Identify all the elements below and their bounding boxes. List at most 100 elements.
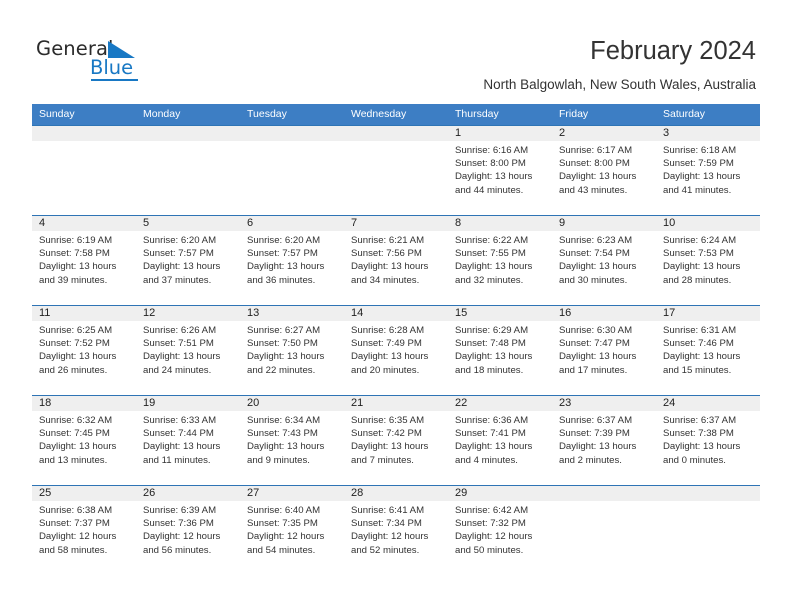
- sunrise-text: Sunrise: 6:37 AM: [559, 415, 633, 426]
- week-detail-band: Sunrise: 6:25 AM Sunset: 7:52 PM Dayligh…: [32, 321, 760, 395]
- day-cell[interactable]: Sunrise: 6:32 AM Sunset: 7:45 PM Dayligh…: [32, 411, 136, 485]
- day-cell[interactable]: Sunrise: 6:33 AM Sunset: 7:44 PM Dayligh…: [136, 411, 240, 485]
- day-cell[interactable]: Sunrise: 6:25 AM Sunset: 7:52 PM Dayligh…: [32, 321, 136, 395]
- day-cell[interactable]: [32, 141, 136, 215]
- day-cell[interactable]: [552, 501, 656, 575]
- day-number: 22: [455, 397, 468, 409]
- weekday-header-monday: Monday: [143, 108, 181, 120]
- sunset-text: Sunset: 7:41 PM: [455, 428, 526, 440]
- daylight-text-line2: and 26 minutes.: [39, 364, 108, 376]
- calendar-week-row: 11 12 13 14 15 16 17 Sunrise: 6:25 AM Su…: [32, 305, 760, 395]
- day-cell[interactable]: Sunrise: 6:37 AM Sunset: 7:39 PM Dayligh…: [552, 411, 656, 485]
- day-cell[interactable]: Sunrise: 6:29 AM Sunset: 7:48 PM Dayligh…: [448, 321, 552, 395]
- week-day-number-band: 1 2 3: [32, 126, 760, 141]
- sunrise-text: Sunrise: 6:31 AM: [663, 325, 737, 336]
- sunset-text: Sunset: 7:51 PM: [143, 338, 214, 350]
- daylight-text-line2: and 22 minutes.: [247, 364, 316, 376]
- sunset-text: Sunset: 7:43 PM: [247, 428, 318, 440]
- day-cell[interactable]: Sunrise: 6:16 AM Sunset: 8:00 PM Dayligh…: [448, 141, 552, 215]
- sunrise-text: Sunrise: 6:23 AM: [559, 235, 633, 246]
- sunset-text: Sunset: 7:48 PM: [455, 338, 526, 350]
- daylight-text-line2: and 0 minutes.: [663, 454, 726, 466]
- day-cell[interactable]: [136, 141, 240, 215]
- calendar-week-row: 25 26 27 28 29 Sunrise: 6:38 AM Sunset: …: [32, 485, 760, 575]
- day-number: 10: [663, 217, 676, 229]
- page-title: February 2024: [590, 37, 756, 65]
- day-number: [240, 126, 344, 141]
- sunrise-text: Sunrise: 6:18 AM: [663, 145, 737, 156]
- week-detail-band: Sunrise: 6:38 AM Sunset: 7:37 PM Dayligh…: [32, 501, 760, 575]
- day-cell[interactable]: Sunrise: 6:20 AM Sunset: 7:57 PM Dayligh…: [136, 231, 240, 305]
- day-cell[interactable]: Sunrise: 6:20 AM Sunset: 7:57 PM Dayligh…: [240, 231, 344, 305]
- day-cell[interactable]: Sunrise: 6:31 AM Sunset: 7:46 PM Dayligh…: [656, 321, 760, 395]
- day-cell[interactable]: Sunrise: 6:34 AM Sunset: 7:43 PM Dayligh…: [240, 411, 344, 485]
- daylight-text-line1: Daylight: 13 hours: [559, 351, 637, 363]
- day-cell[interactable]: [344, 141, 448, 215]
- daylight-text-line2: and 15 minutes.: [663, 364, 732, 376]
- day-cell[interactable]: Sunrise: 6:36 AM Sunset: 7:41 PM Dayligh…: [448, 411, 552, 485]
- day-cell[interactable]: Sunrise: 6:24 AM Sunset: 7:53 PM Dayligh…: [656, 231, 760, 305]
- day-cell[interactable]: [240, 141, 344, 215]
- daylight-text-line1: Daylight: 12 hours: [39, 531, 117, 543]
- daylight-text-line1: Daylight: 13 hours: [455, 171, 533, 183]
- logo-word-blue: Blue: [90, 56, 134, 79]
- daylight-text-line2: and 50 minutes.: [455, 544, 524, 556]
- day-cell[interactable]: Sunrise: 6:38 AM Sunset: 7:37 PM Dayligh…: [32, 501, 136, 575]
- day-cell[interactable]: Sunrise: 6:40 AM Sunset: 7:35 PM Dayligh…: [240, 501, 344, 575]
- day-number: 9: [559, 217, 566, 229]
- day-cell[interactable]: Sunrise: 6:26 AM Sunset: 7:51 PM Dayligh…: [136, 321, 240, 395]
- day-number: [136, 126, 240, 141]
- day-cell[interactable]: Sunrise: 6:37 AM Sunset: 7:38 PM Dayligh…: [656, 411, 760, 485]
- daylight-text-line1: Daylight: 13 hours: [143, 351, 221, 363]
- daylight-text-line1: Daylight: 13 hours: [247, 351, 325, 363]
- day-cell[interactable]: Sunrise: 6:22 AM Sunset: 7:55 PM Dayligh…: [448, 231, 552, 305]
- sunset-text: Sunset: 7:56 PM: [351, 248, 422, 260]
- sunset-text: Sunset: 7:55 PM: [455, 248, 526, 260]
- day-cell[interactable]: Sunrise: 6:39 AM Sunset: 7:36 PM Dayligh…: [136, 501, 240, 575]
- day-cell[interactable]: Sunrise: 6:21 AM Sunset: 7:56 PM Dayligh…: [344, 231, 448, 305]
- daylight-text-line2: and 28 minutes.: [663, 274, 732, 286]
- sunset-text: Sunset: 7:53 PM: [663, 248, 734, 260]
- daylight-text-line1: Daylight: 13 hours: [663, 441, 741, 453]
- sunrise-text: Sunrise: 6:24 AM: [663, 235, 737, 246]
- day-cell[interactable]: Sunrise: 6:28 AM Sunset: 7:49 PM Dayligh…: [344, 321, 448, 395]
- day-cell[interactable]: Sunrise: 6:30 AM Sunset: 7:47 PM Dayligh…: [552, 321, 656, 395]
- sunset-text: Sunset: 7:52 PM: [39, 338, 110, 350]
- daylight-text-line2: and 36 minutes.: [247, 274, 316, 286]
- daylight-text-line2: and 4 minutes.: [455, 454, 518, 466]
- day-number: 13: [247, 307, 260, 319]
- sunrise-text: Sunrise: 6:38 AM: [39, 505, 113, 516]
- daylight-text-line2: and 17 minutes.: [559, 364, 628, 376]
- sunrise-text: Sunrise: 6:17 AM: [559, 145, 633, 156]
- sunrise-text: Sunrise: 6:21 AM: [351, 235, 425, 246]
- weekday-header-saturday: Saturday: [663, 108, 706, 120]
- day-cell[interactable]: Sunrise: 6:23 AM Sunset: 7:54 PM Dayligh…: [552, 231, 656, 305]
- daylight-text-line1: Daylight: 13 hours: [39, 441, 117, 453]
- week-detail-band: Sunrise: 6:32 AM Sunset: 7:45 PM Dayligh…: [32, 411, 760, 485]
- sunset-text: Sunset: 7:44 PM: [143, 428, 214, 440]
- day-cell[interactable]: Sunrise: 6:19 AM Sunset: 7:58 PM Dayligh…: [32, 231, 136, 305]
- day-number: 15: [455, 307, 468, 319]
- day-number: [656, 486, 760, 501]
- sunrise-text: Sunrise: 6:30 AM: [559, 325, 633, 336]
- day-number: [552, 486, 656, 501]
- sunrise-text: Sunrise: 6:40 AM: [247, 505, 321, 516]
- day-number: 8: [455, 217, 462, 229]
- day-cell[interactable]: Sunrise: 6:35 AM Sunset: 7:42 PM Dayligh…: [344, 411, 448, 485]
- sunset-text: Sunset: 7:57 PM: [143, 248, 214, 260]
- daylight-text-line2: and 44 minutes.: [455, 184, 524, 196]
- week-day-number-band: 11 12 13 14 15 16 17: [32, 306, 760, 321]
- sunset-text: Sunset: 8:00 PM: [455, 158, 526, 170]
- sunset-text: Sunset: 7:57 PM: [247, 248, 318, 260]
- day-cell[interactable]: Sunrise: 6:18 AM Sunset: 7:59 PM Dayligh…: [656, 141, 760, 215]
- day-cell[interactable]: Sunrise: 6:17 AM Sunset: 8:00 PM Dayligh…: [552, 141, 656, 215]
- daylight-text-line1: Daylight: 12 hours: [455, 531, 533, 543]
- day-cell[interactable]: Sunrise: 6:42 AM Sunset: 7:32 PM Dayligh…: [448, 501, 552, 575]
- day-number: [32, 126, 136, 141]
- general-blue-logo[interactable]: General Blue: [36, 38, 166, 82]
- day-cell[interactable]: Sunrise: 6:41 AM Sunset: 7:34 PM Dayligh…: [344, 501, 448, 575]
- day-cell[interactable]: Sunrise: 6:27 AM Sunset: 7:50 PM Dayligh…: [240, 321, 344, 395]
- day-cell[interactable]: [656, 501, 760, 575]
- day-number: 7: [351, 217, 358, 229]
- daylight-text-line2: and 52 minutes.: [351, 544, 420, 556]
